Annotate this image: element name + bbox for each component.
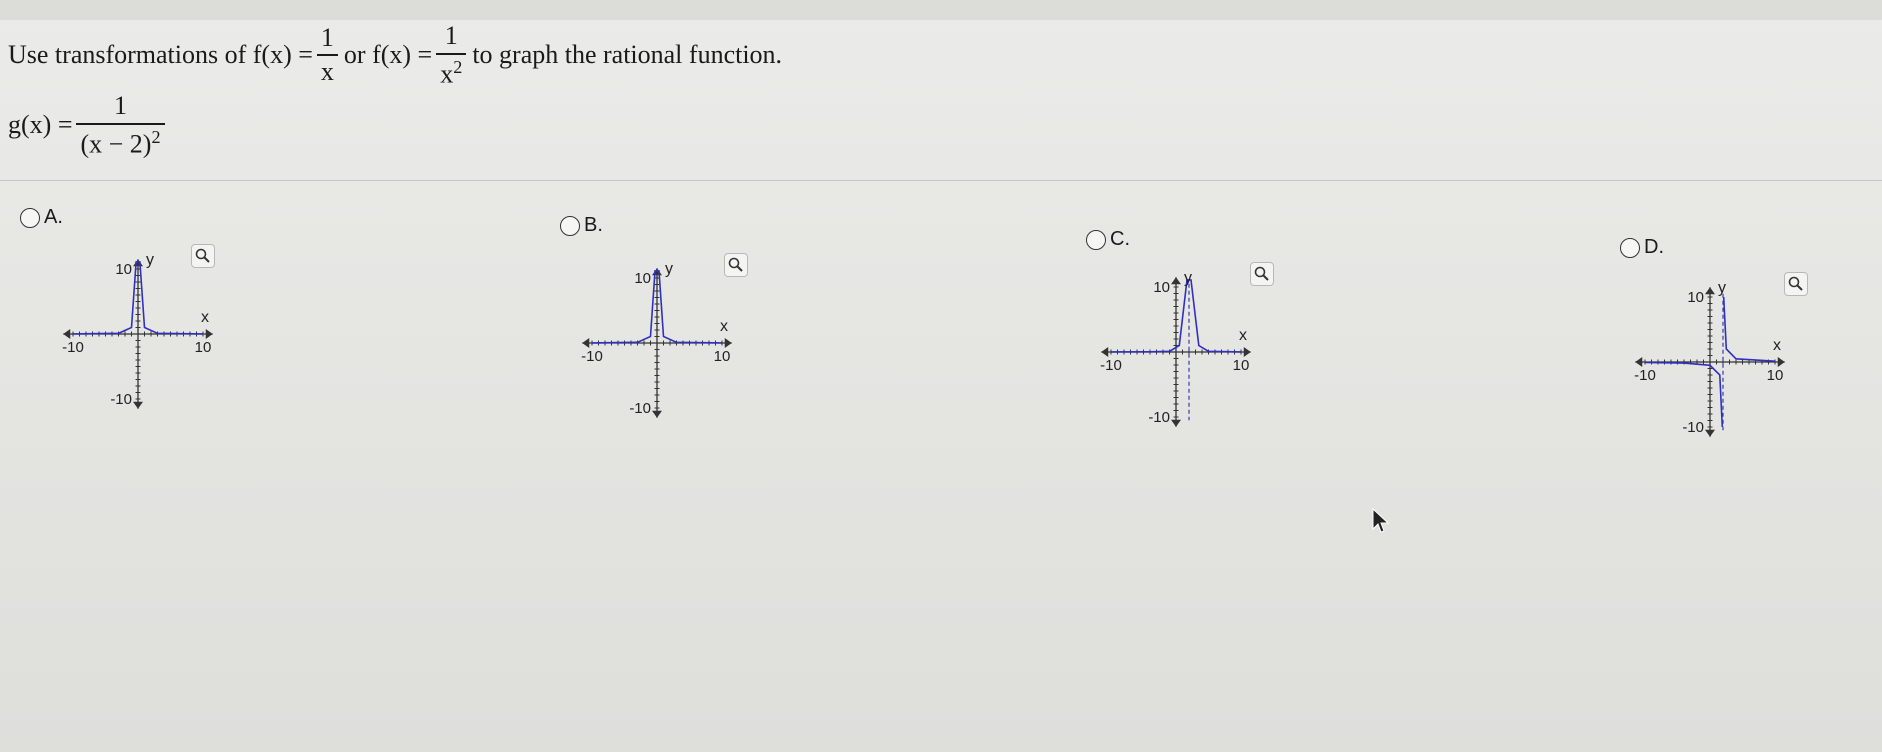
option-letter: A. <box>44 206 63 228</box>
x-axis-arrow-icon <box>205 329 213 339</box>
y-axis-arrow-icon <box>1171 419 1181 427</box>
denominator-base: (x − 2) <box>80 129 152 159</box>
x-axis-label: x <box>1239 327 1247 344</box>
x-axis-arrow-icon <box>1243 347 1251 357</box>
option-b-label[interactable]: B. <box>560 214 603 237</box>
x-max-label: 10 <box>714 348 731 365</box>
option-letter: D. <box>1644 236 1664 258</box>
fraction-numerator: 1 <box>320 22 334 52</box>
radio-button[interactable] <box>1620 237 1640 258</box>
x-axis-label: x <box>1773 337 1781 354</box>
question-suffix: to graph the rational function. <box>472 40 783 70</box>
fraction-one-over-x-squared: 1 x2 <box>436 21 467 89</box>
y-axis-arrow-icon <box>1171 277 1181 285</box>
radio-button[interactable] <box>20 207 40 228</box>
y-axis-arrow-icon <box>1705 287 1715 295</box>
x-axis-arrow-icon <box>1101 347 1109 357</box>
denominator-exponent: 2 <box>151 126 161 147</box>
option-c[interactable]: C. <box>1086 228 1130 251</box>
y-axis-arrow-icon <box>133 259 143 267</box>
y-axis-label: y <box>1718 280 1726 297</box>
x-axis-label: x <box>720 318 728 335</box>
x-max-label: 10 <box>1767 367 1784 384</box>
fraction-denominator: x <box>316 54 338 87</box>
option-letter: C. <box>1110 228 1130 250</box>
y-max-label: 10 <box>115 261 132 278</box>
option-a[interactable]: A. <box>20 206 63 229</box>
y-min-label: -10 <box>629 400 651 417</box>
function-numerator: 1 <box>114 91 128 120</box>
option-a-label[interactable]: A. <box>20 206 63 229</box>
radio-button[interactable] <box>560 215 580 236</box>
fraction-numerator: 1 <box>444 21 458 50</box>
y-max-label: 10 <box>1687 289 1704 306</box>
x-axis-arrow-icon <box>1635 357 1643 367</box>
function-denominator: (x − 2)2 <box>76 122 165 159</box>
y-axis-arrow-icon <box>652 268 662 276</box>
divider <box>0 180 1882 181</box>
function-lhs: g(x) = <box>8 110 73 140</box>
y-max-label: 10 <box>1153 279 1170 296</box>
y-min-label: -10 <box>1148 409 1170 426</box>
rational-function: g(x) = 1 (x − 2)2 <box>8 91 171 159</box>
option-b[interactable]: B. <box>560 214 603 237</box>
x-axis-label: x <box>201 309 209 326</box>
function-curve <box>1722 296 1776 362</box>
x-min-label: -10 <box>581 348 603 365</box>
y-max-label: 10 <box>634 270 651 287</box>
question-text: Use transformations of f(x) = 1 x or f(x… <box>8 21 783 89</box>
top-bar <box>0 0 1882 20</box>
y-axis-arrow-icon <box>1705 429 1715 437</box>
x-max-label: 10 <box>1233 357 1250 374</box>
y-axis-arrow-icon <box>133 401 143 409</box>
fraction-one-over-x: 1 x <box>316 22 338 87</box>
y-min-label: -10 <box>1682 419 1704 436</box>
x-min-label: -10 <box>1100 357 1122 374</box>
y-axis-label: y <box>1184 270 1192 287</box>
y-axis-label: y <box>146 252 154 269</box>
question-connector: or f(x) = <box>343 40 433 70</box>
x-axis-arrow-icon <box>1777 357 1785 367</box>
graph-c[interactable]: -10 10 10 -10 x y <box>1080 260 1300 460</box>
graph-d[interactable]: -10 10 10 -10 x y <box>1610 270 1830 470</box>
option-letter: B. <box>584 214 603 236</box>
x-min-label: -10 <box>62 339 84 356</box>
x-max-label: 10 <box>195 339 212 356</box>
radio-button[interactable] <box>1086 229 1106 250</box>
fraction-denominator: x2 <box>436 52 467 89</box>
graph-a[interactable]: -10 10 10 -10 x y <box>20 240 240 440</box>
y-axis-label: y <box>665 261 673 278</box>
question-prefix: Use transformations of f(x) = <box>8 40 313 70</box>
mouse-cursor-icon <box>1372 507 1390 533</box>
option-d[interactable]: D. <box>1620 236 1664 259</box>
x-axis-arrow-icon <box>63 329 71 339</box>
option-c-label[interactable]: C. <box>1086 228 1130 251</box>
graph-b[interactable]: -10 10 10 -10 x y <box>560 250 780 450</box>
x-axis-arrow-icon <box>582 338 590 348</box>
denominator-exponent: 2 <box>453 56 463 77</box>
x-axis-arrow-icon <box>724 338 732 348</box>
y-min-label: -10 <box>110 391 132 408</box>
denominator-base: x <box>440 59 454 89</box>
y-axis-arrow-icon <box>652 410 662 418</box>
x-min-label: -10 <box>1634 367 1656 384</box>
option-d-label[interactable]: D. <box>1620 236 1664 259</box>
function-fraction: 1 (x − 2)2 <box>76 91 165 159</box>
